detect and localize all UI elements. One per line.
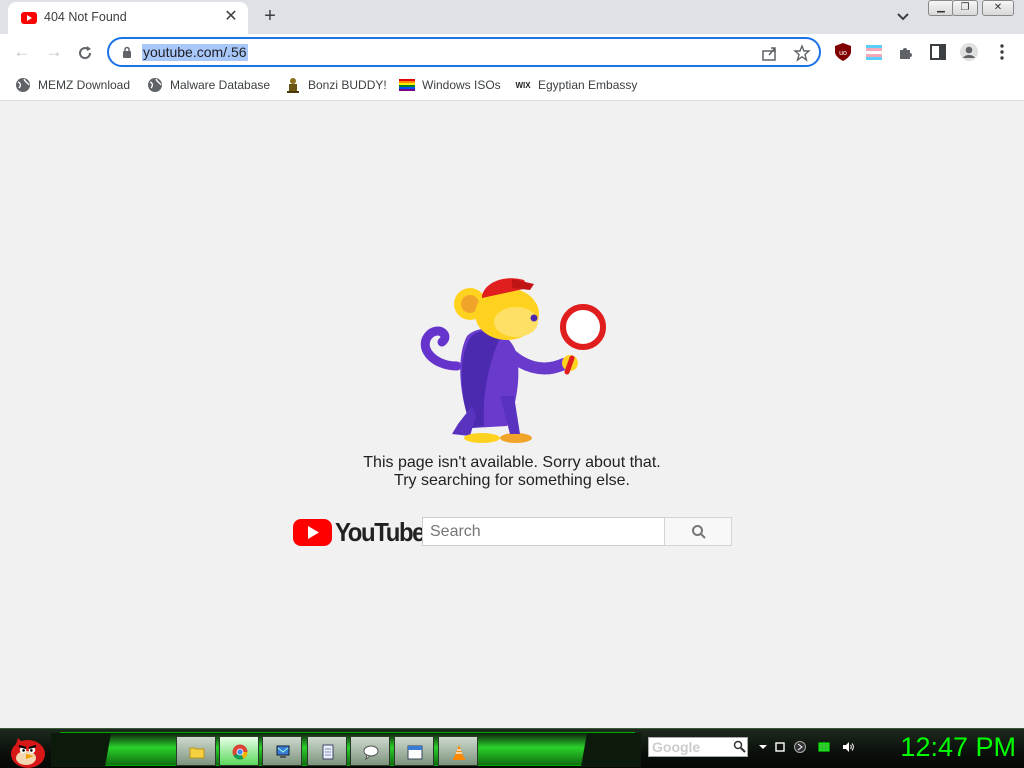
calendar-icon [407, 745, 423, 760]
youtube-search-input[interactable] [422, 517, 665, 546]
globe-icon [148, 77, 162, 92]
menu-kebab-icon[interactable] [992, 42, 1012, 62]
youtube-wordmark: YouTube [335, 517, 425, 547]
taskbar-network-app[interactable] [262, 736, 302, 766]
svg-text:uo: uo [839, 50, 847, 57]
side-panel-icon[interactable] [928, 42, 948, 62]
minimize-button[interactable]: ▁ [928, 0, 954, 16]
share-icon[interactable] [761, 44, 779, 62]
bookmark-label: Windows ISOs [422, 77, 501, 92]
taskbar: Google 12:47 PM [0, 728, 1024, 768]
error-message-line1: This page isn't available. Sorry about t… [363, 454, 661, 471]
folder-icon [189, 747, 205, 759]
extensions-puzzle-icon[interactable] [896, 42, 916, 62]
lock-icon[interactable] [122, 46, 132, 58]
taskbar-chat[interactable] [350, 736, 390, 766]
close-window-button[interactable]: ✕ [982, 0, 1014, 16]
tray-window-icon[interactable] [774, 741, 786, 753]
new-tab-button[interactable]: + [258, 5, 282, 29]
monkey-illustration [420, 278, 606, 443]
notepad-icon [322, 744, 334, 760]
magnifier-icon[interactable] [733, 740, 746, 753]
bookmark-label: Bonzi BUDDY! [308, 77, 387, 92]
bookmark-label: Egyptian Embassy [538, 77, 638, 92]
restore-button[interactable]: ❐ [952, 0, 978, 16]
volume-icon[interactable] [842, 741, 854, 753]
bookmark-star-icon[interactable] [793, 44, 811, 62]
youtube-play-icon [293, 519, 332, 546]
tray-chevron-up-icon[interactable] [757, 741, 769, 753]
taskbar-file-explorer[interactable] [176, 736, 216, 766]
bonzi-icon [287, 77, 299, 93]
bookmark-bonzi-buddy[interactable]: Bonzi BUDDY! [285, 76, 387, 96]
profile-avatar-icon[interactable] [959, 42, 979, 62]
vlc-cone-icon [453, 745, 465, 760]
network-computer-icon [276, 745, 290, 758]
youtube-favicon-icon [21, 12, 37, 24]
tab-strip: 404 Not Found ✕ + ▁ ❐ ✕ [0, 0, 1024, 34]
ublock-origin-icon[interactable]: uo [833, 42, 853, 62]
reload-icon[interactable] [76, 44, 94, 62]
bookmark-label: MEMZ Download [38, 77, 131, 92]
angry-bird-start-icon[interactable] [4, 730, 52, 768]
globe-icon [16, 77, 30, 92]
taskbar-chrome[interactable] [219, 736, 259, 766]
taskbar-calendar-app[interactable] [394, 736, 434, 766]
bookmark-windows-isos[interactable]: Windows ISOs [399, 76, 501, 96]
chat-bubble-icon [363, 745, 379, 760]
chrome-icon [232, 744, 248, 760]
tab-close-icon[interactable]: ✕ [222, 8, 240, 26]
bookmark-memz[interactable]: MEMZ Download [15, 76, 130, 96]
tray-battery-icon[interactable] [818, 741, 830, 753]
error-message-line2: Try searching for something else. [394, 472, 630, 489]
taskbar-clock[interactable]: 12:47 PM [900, 732, 1016, 763]
youtube-search-button[interactable] [664, 517, 732, 546]
wix-icon: WIX [515, 81, 531, 90]
taskbar-notepad[interactable] [307, 736, 347, 766]
taskbar-apps-strip [51, 732, 641, 767]
address-bar[interactable]: youtube.com/.56 [107, 37, 821, 67]
browser-toolbar: ← → youtube.com/.56 uo [0, 34, 1024, 70]
bookmark-egyptian-embassy[interactable]: WIX Egyptian Embassy [515, 76, 637, 96]
youtube-logo[interactable]: YouTube [292, 517, 425, 547]
rainbow-flag-icon [399, 78, 415, 91]
tab-title: 404 Not Found [44, 10, 127, 24]
bookmark-malware-database[interactable]: Malware Database [147, 76, 270, 96]
taskbar-vlc[interactable] [438, 736, 478, 766]
bookmarks-bar: MEMZ Download Malware Database Bonzi BUD… [0, 70, 1024, 101]
tray-app-icon[interactable] [794, 741, 806, 753]
tab-active[interactable]: 404 Not Found ✕ [8, 2, 248, 34]
back-button[interactable]: ← [10, 40, 34, 64]
forward-button[interactable]: → [42, 40, 66, 64]
url-text[interactable]: youtube.com/.56 [142, 44, 248, 61]
trans-flag-extension-icon[interactable] [864, 42, 884, 62]
page-content: This page isn't available. Sorry about t… [0, 102, 1024, 728]
tab-search-chevron-icon[interactable] [893, 8, 913, 26]
search-icon [692, 525, 706, 539]
bookmark-label: Malware Database [170, 77, 271, 92]
svg-text:WIX: WIX [515, 81, 531, 90]
